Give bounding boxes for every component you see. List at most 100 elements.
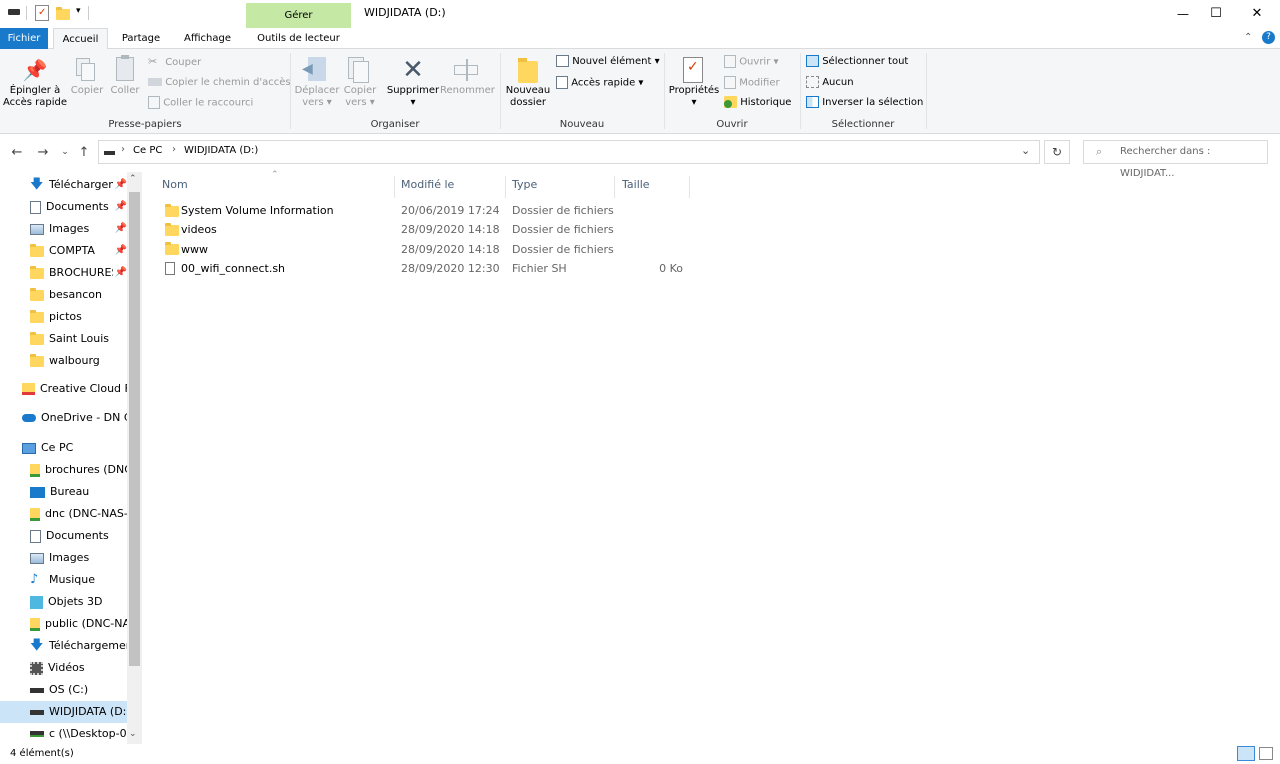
nav-quick-item[interactable]: COMPTA 📌 [30,240,127,262]
select-none-button[interactable]: Aucun [806,76,854,90]
up-arrow-icon[interactable]: ↑ [74,138,94,167]
breadcrumb-separator-icon: › [121,144,125,155]
folder-icon [30,243,44,257]
nav-quick-item[interactable]: 🡇 Téléchargeme 📌 [30,174,127,196]
paste-shortcut-button[interactable]: Coller le raccourci [148,96,253,111]
move-icon: ◀ [294,55,340,85]
recent-locations-chevron-icon[interactable]: ⌄ [58,138,72,167]
details-view-icon[interactable] [1237,746,1255,761]
nav-pc-item[interactable]: 🡇 Téléchargements [0,635,142,657]
network-drive-icon [30,731,44,737]
move-to-button[interactable]: ◀ Déplacer vers ▾ [294,55,340,109]
tab-partage[interactable]: Partage [112,28,170,49]
tab-accueil[interactable]: Accueil [53,28,108,50]
scroll-up-chevron-icon[interactable]: ⌃ [129,174,137,184]
paste-button[interactable]: Coller [108,55,142,97]
folder-icon [165,242,179,256]
file-row[interactable]: System Volume Information 20/06/2019 17:… [160,201,700,220]
maximize-button[interactable]: ☐ [1193,0,1239,28]
nav-pc-item[interactable]: dnc (DNC-NAS- [0,503,128,525]
refresh-icon[interactable]: ↻ [1044,140,1070,164]
nav-creative-cloud[interactable]: Creative Cloud Fil [22,378,136,400]
back-arrow-icon[interactable]: ← [6,138,28,167]
nav-scrollbar-thumb[interactable] [129,192,140,666]
separator [88,6,89,20]
nav-pc-item[interactable]: public (DNC-NA [0,613,130,635]
nav-pc-item[interactable]: Bureau [0,481,127,503]
forward-arrow-icon[interactable]: → [32,138,54,167]
creative-cloud-icon [22,383,35,395]
customize-toolbar-icon[interactable]: ▾ [76,6,81,16]
nav-quick-item[interactable]: Images 📌 [30,218,127,240]
history-button[interactable]: Historique [724,96,791,110]
context-tab-manage[interactable]: Gérer [246,3,351,28]
help-icon[interactable]: ? [1262,31,1275,44]
nav-pc-item[interactable]: OS (C:) [0,679,127,701]
large-icons-view-icon[interactable] [1259,747,1273,760]
group-label-nouveau: Nouveau [559,119,605,130]
nav-quick-item[interactable]: Saint Louis [30,328,127,350]
new-item-button[interactable]: Nouvel élément ▾ [556,55,660,69]
collapse-ribbon-icon[interactable]: ⌃ [1244,32,1252,43]
pin-icon: 📌 [112,240,127,262]
nav-quick-item[interactable]: Documents 📌 [30,196,127,218]
nav-pc-item[interactable]: WIDJIDATA (D:) [0,701,131,723]
address-dropdown-chevron-icon[interactable]: ⌄ [1021,144,1030,157]
file-row[interactable]: videos 28/09/2020 14:18 Dossier de fichi… [160,220,700,239]
separator [664,53,665,129]
open-icon [724,55,736,68]
cube-icon [30,595,43,609]
tab-fichier[interactable]: Fichier [0,28,48,49]
properties-quick-icon[interactable]: ✓ [35,5,49,21]
nav-quick-item[interactable]: besancon [30,284,127,306]
separator [926,53,927,129]
pin-icon: 📌 [112,262,127,284]
drive-icon [30,687,44,693]
nav-onedrive[interactable]: OneDrive - DN CC [22,407,139,429]
breadcrumb-ce-pc[interactable]: Ce PC [133,145,162,156]
scissors-icon: ✂ [148,55,158,68]
file-row[interactable]: www 28/09/2020 14:18 Dossier de fichiers [160,240,700,259]
breadcrumb-widjidata[interactable]: WIDJIDATA (D:) [184,145,258,156]
copy-path-button[interactable]: Copier le chemin d'accès [148,76,291,90]
separator [290,53,291,129]
cut-button[interactable]: ✂ Couper [148,55,201,70]
easy-access-button[interactable]: Accès rapide ▾ [556,76,643,91]
nav-pc-item[interactable]: c (\\Desktop-08( [0,723,138,744]
close-button[interactable]: ✕ [1234,0,1280,28]
tab-outils-lecteur[interactable]: Outils de lecteur [247,28,350,49]
nav-pc-item[interactable]: Images [0,547,127,569]
nav-pc-item[interactable]: ♪ Musique [0,569,127,591]
select-all-button[interactable]: Sélectionner tout [806,55,908,69]
new-folder-quick-icon[interactable] [56,6,70,20]
column-header-modified[interactable]: Modifié le [397,176,506,198]
onedrive-cloud-icon [22,414,36,422]
rename-button[interactable]: Renommer [440,55,495,97]
nav-ce-pc[interactable]: Ce PC [22,437,73,459]
tab-affichage[interactable]: Affichage [175,28,240,49]
pin-quick-access-button[interactable]: 📌 Épingler à Accès rapide [2,55,68,109]
nav-pc-item[interactable]: Documents [0,525,127,547]
new-folder-button[interactable]: Nouveau dossier [504,55,552,109]
invert-selection-button[interactable]: Inverser la sélection [806,96,923,110]
search-input[interactable]: ⌕ Rechercher dans : WIDJIDAT... [1083,140,1268,179]
open-button[interactable]: Ouvrir ▾ [724,55,779,70]
copy-button[interactable]: Copier [70,55,104,97]
properties-button[interactable]: ✓ Propriétés ▾ [668,55,720,109]
file-row[interactable]: 00_wifi_connect.sh 28/09/2020 12:30 Fich… [160,259,700,278]
nav-quick-item[interactable]: BROCHURES 📌 [30,262,127,284]
nav-quick-item[interactable]: pictos [30,306,127,328]
column-header-type[interactable]: Type [508,176,615,198]
nav-pc-item[interactable]: Objets 3D [0,591,127,613]
nav-pc-item[interactable]: Vidéos [0,657,127,679]
folder-icon [30,309,44,323]
edit-button[interactable]: Modifier [724,76,780,91]
scroll-down-chevron-icon[interactable]: ⌄ [129,729,137,739]
address-bar[interactable]: › Ce PC › WIDJIDATA (D:) ⌄ [98,140,1040,164]
documents-icon [30,529,41,543]
nav-quick-item[interactable]: walbourg [30,350,127,372]
nav-pc-item[interactable]: brochures (DNC [0,459,132,481]
delete-button[interactable]: ✕ Supprimer ▾ [386,55,440,109]
column-header-size[interactable]: Taille [618,176,690,198]
copy-to-button[interactable]: Copier vers ▾ [340,55,380,109]
